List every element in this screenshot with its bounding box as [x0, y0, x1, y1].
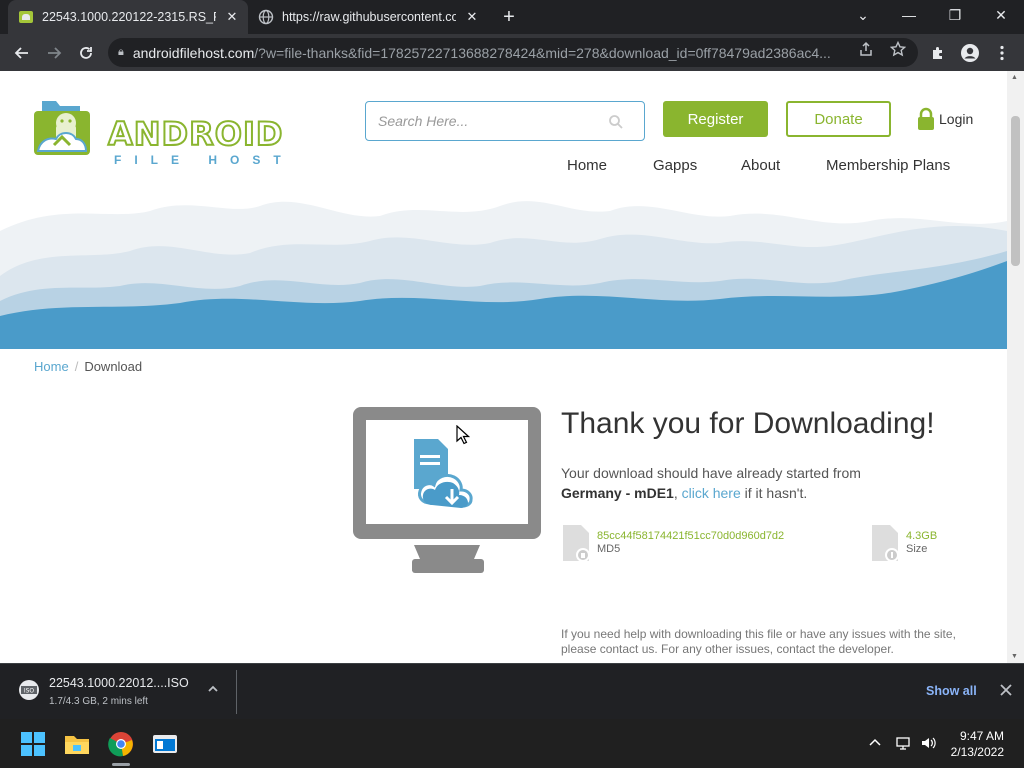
close-download-bar-icon[interactable] — [998, 682, 1014, 698]
globe-icon — [258, 9, 274, 25]
page-title: Thank you for Downloading! — [561, 407, 935, 440]
system-clock[interactable]: 9:47 AM 2/13/2022 — [951, 728, 1004, 760]
show-all-downloads-button[interactable]: Show all — [926, 684, 977, 698]
download-filename: 22543.1000.22012....ISO — [49, 676, 189, 690]
monitor-download-illustration-icon — [353, 407, 541, 573]
clock-time: 9:47 AM — [959, 729, 1004, 743]
minimize-button[interactable]: — — [886, 0, 932, 30]
tab-github-raw[interactable]: https://raw.githubusercontent.co ✕ — [248, 0, 488, 34]
file-md5-icon — [563, 525, 590, 562]
browser-menu-kebab-icon[interactable] — [992, 43, 1012, 63]
new-tab-button[interactable]: + — [498, 6, 520, 28]
mouse-cursor-icon — [456, 425, 470, 445]
nav-membership-plans[interactable]: Membership Plans — [826, 157, 950, 174]
message-comma: , — [673, 485, 678, 501]
windows-taskbar: 9:47 AM 2/13/2022 — [0, 719, 1024, 768]
tab-strip: 22543.1000.220122-2315.RS_PRE ✕ https://… — [0, 0, 1024, 34]
mirror-name: Germany - mDE1 — [561, 485, 674, 501]
message-text: Your download should have already starte… — [561, 465, 861, 481]
tab-title: 22543.1000.220122-2315.RS_PRE — [42, 10, 216, 24]
padlock-icon — [918, 107, 934, 130]
message-tail: if it hasn't. — [744, 485, 808, 501]
page-viewport: ANDROID FILE HOST Search Here... Registe… — [0, 71, 1024, 663]
extensions-puzzle-icon[interactable] — [928, 43, 948, 63]
chevron-up-icon[interactable] — [206, 682, 220, 696]
app-window-icon[interactable] — [152, 731, 178, 757]
address-bar[interactable]: 🔒︎ androidfilehost.com /?w=file-thanks&f… — [108, 38, 918, 67]
register-button[interactable]: Register — [663, 101, 768, 137]
chrome-active-indicator — [112, 763, 130, 766]
forward-button[interactable] — [40, 39, 68, 67]
tray-chevron-up-icon[interactable] — [867, 735, 883, 751]
tab-close-icon[interactable]: ✕ — [464, 9, 480, 25]
tab-title: https://raw.githubusercontent.co — [282, 10, 456, 24]
page-scrollbar[interactable]: ▲ ▼ — [1007, 71, 1024, 663]
logo-subtitle: FILE HOST — [114, 153, 294, 167]
back-button[interactable] — [8, 39, 36, 67]
login-label: Login — [939, 111, 974, 127]
search-placeholder: Search Here... — [378, 113, 469, 129]
scroll-up-icon[interactable]: ▲ — [1011, 74, 1018, 81]
donate-button[interactable]: Donate — [786, 101, 891, 137]
cloud-banner — [0, 191, 1007, 349]
clock-date: 2/13/2022 — [950, 745, 1004, 759]
help-text: If you need help with downloading this f… — [561, 627, 956, 656]
login-link[interactable]: Login — [917, 105, 973, 133]
forward-arrow-icon — [48, 47, 62, 59]
md5-value: 85cc44f58174421f51cc70d0d960d7d2 — [597, 530, 785, 542]
breadcrumb: Home / Download — [34, 359, 142, 374]
download-shelf: ISO 22543.1000.22012....ISO 1.7/4.3 GB, … — [0, 663, 1024, 719]
bookmark-star-icon[interactable] — [889, 40, 907, 58]
androidfilehost-favicon-icon — [18, 9, 34, 25]
android-folder-logo-icon — [34, 101, 90, 155]
windows-start-icon[interactable] — [20, 731, 46, 757]
share-icon[interactable] — [857, 40, 875, 58]
site-search-input[interactable]: Search Here... — [365, 101, 645, 141]
logo-wordmark: ANDROID — [107, 114, 284, 154]
file-explorer-icon[interactable] — [64, 731, 90, 757]
breadcrumb-home[interactable]: Home — [34, 359, 69, 374]
nav-home[interactable]: Home — [567, 157, 607, 174]
chrome-icon[interactable] — [108, 731, 134, 757]
lock-icon[interactable]: 🔒︎ — [118, 46, 124, 59]
iso-file-icon: ISO — [19, 680, 39, 700]
network-icon[interactable] — [895, 735, 911, 751]
restore-button[interactable]: ❐ — [932, 0, 978, 30]
size-value: 4.3GB — [906, 530, 938, 542]
md5-info: 85cc44f58174421f51cc70d0d960d7d2 MD5 — [561, 523, 784, 563]
browser-toolbar: 🔒︎ androidfilehost.com /?w=file-thanks&f… — [0, 34, 1024, 71]
url-path: /?w=file-thanks&fid=17825722713688278424… — [254, 44, 831, 61]
tab-close-icon[interactable]: ✕ — [224, 9, 240, 25]
url-host: androidfilehost.com — [132, 44, 255, 61]
file-size-icon — [872, 525, 899, 562]
click-here-link[interactable]: click here — [682, 485, 741, 501]
download-divider — [236, 670, 237, 714]
volume-icon[interactable] — [920, 735, 936, 751]
scroll-down-icon[interactable]: ▼ — [1011, 653, 1018, 660]
tab-androidfilehost[interactable]: 22543.1000.220122-2315.RS_PRE ✕ — [8, 0, 248, 34]
search-icon[interactable] — [608, 114, 624, 130]
site-logo[interactable]: ANDROID FILE HOST — [32, 99, 294, 167]
md5-label: MD5 — [597, 543, 621, 555]
download-message: Your download should have already starte… — [561, 463, 961, 503]
breadcrumb-current: Download — [84, 359, 143, 374]
nav-about[interactable]: About — [741, 157, 780, 174]
profile-avatar-icon[interactable] — [960, 43, 980, 63]
download-item[interactable]: ISO 22543.1000.22012....ISO 1.7/4.3 GB, … — [14, 674, 236, 710]
nav-gapps[interactable]: Gapps — [653, 157, 697, 174]
size-label: Size — [906, 543, 928, 555]
reload-button[interactable] — [72, 39, 100, 67]
scrollbar-thumb[interactable] — [1011, 116, 1020, 266]
size-info: 4.3GB Size — [870, 523, 937, 563]
back-arrow-icon — [14, 47, 28, 59]
close-window-button[interactable]: ✕ — [978, 0, 1024, 30]
reload-icon — [80, 47, 92, 59]
tab-search-dropdown-icon[interactable]: ⌄ — [840, 0, 886, 30]
svg-text:ISO: ISO — [24, 688, 35, 695]
breadcrumb-separator: / — [74, 359, 79, 374]
download-status: 1.7/4.3 GB, 2 mins left — [49, 696, 148, 707]
